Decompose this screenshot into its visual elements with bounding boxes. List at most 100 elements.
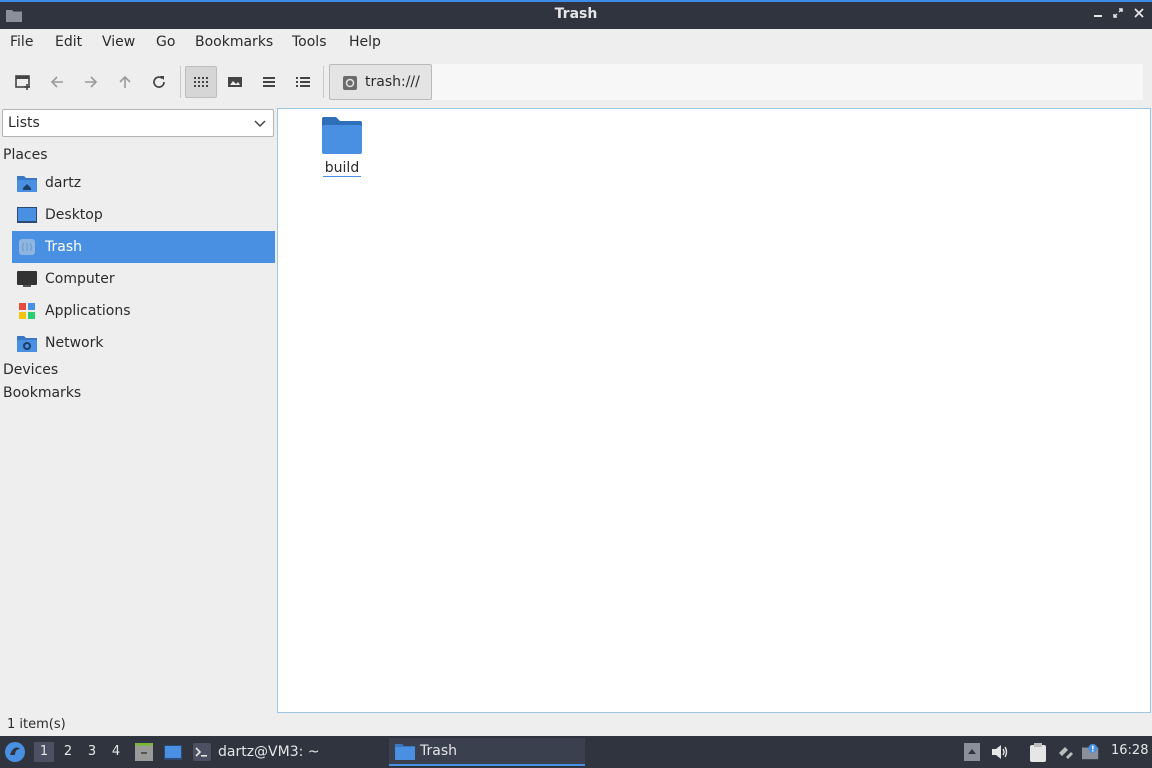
clock[interactable]: 16:28 bbox=[1111, 743, 1148, 758]
task-label: Trash bbox=[420, 743, 457, 759]
sidebar-item-desktop[interactable]: Desktop bbox=[12, 199, 275, 231]
maximize-button[interactable] bbox=[1110, 7, 1126, 23]
clipboard-icon bbox=[1030, 743, 1046, 762]
launcher-files[interactable] bbox=[134, 742, 154, 762]
path-label: trash:/// bbox=[365, 74, 420, 90]
forward-button[interactable] bbox=[75, 66, 107, 98]
sidebar-item-label: Applications bbox=[45, 303, 131, 319]
new-tab-button[interactable] bbox=[7, 66, 39, 98]
start-menu-icon bbox=[5, 742, 25, 762]
sidebar-item-applications[interactable]: Applications bbox=[12, 295, 275, 327]
bookmarks-header[interactable]: Bookmarks bbox=[3, 385, 81, 401]
folder-icon bbox=[395, 744, 415, 760]
grid-view-icon bbox=[194, 77, 208, 87]
icon-view-button[interactable] bbox=[185, 66, 217, 98]
close-icon bbox=[1134, 8, 1144, 18]
sidebar-item-home[interactable]: dartz bbox=[12, 167, 275, 199]
arrow-right-icon bbox=[85, 76, 98, 88]
sidebar-mode-value: Lists bbox=[8, 115, 40, 131]
minimize-button[interactable] bbox=[1090, 7, 1106, 23]
file-item-build[interactable]: build bbox=[314, 117, 370, 177]
image-view-icon bbox=[228, 77, 242, 87]
sidebar-item-label: Computer bbox=[45, 271, 115, 287]
chevron-down-icon bbox=[254, 120, 266, 128]
path-button-trash[interactable]: trash:/// bbox=[329, 64, 432, 100]
desktop-icon bbox=[17, 205, 37, 225]
workspace-1[interactable]: 1 bbox=[34, 742, 54, 762]
computer-icon bbox=[17, 269, 37, 289]
detailed-view-button[interactable] bbox=[287, 66, 319, 98]
list-view-icon bbox=[263, 77, 275, 87]
applications-icon bbox=[17, 301, 37, 321]
back-button[interactable] bbox=[41, 66, 73, 98]
menu-tools[interactable]: Tools bbox=[292, 34, 327, 50]
menu-go[interactable]: Go bbox=[156, 34, 175, 50]
item-count: 1 item(s) bbox=[7, 717, 66, 732]
places-header[interactable]: Places bbox=[3, 147, 48, 163]
arrow-up-icon bbox=[119, 75, 131, 88]
sidebar-item-label: dartz bbox=[45, 175, 82, 191]
up-button[interactable] bbox=[109, 66, 141, 98]
taskbar: 1 2 3 4 dartz@VM3: ~ Trash 16:28 bbox=[0, 736, 1152, 768]
toolbar-separator bbox=[180, 66, 181, 98]
new-tab-icon bbox=[15, 75, 30, 90]
volume-icon bbox=[992, 745, 1008, 759]
detailed-list-icon bbox=[296, 77, 310, 87]
file-view[interactable]: build bbox=[277, 108, 1151, 713]
menu-edit[interactable]: Edit bbox=[55, 34, 82, 50]
workspace-3[interactable]: 3 bbox=[82, 742, 102, 762]
network-icon bbox=[17, 333, 37, 353]
volume-button[interactable] bbox=[991, 743, 1009, 761]
task-trash[interactable]: Trash bbox=[389, 738, 585, 766]
trash-icon bbox=[17, 237, 37, 257]
home-folder-icon bbox=[17, 173, 37, 193]
notification-icon bbox=[1082, 743, 1099, 760]
file-name: build bbox=[322, 160, 362, 177]
reload-icon bbox=[153, 76, 165, 88]
sidebar-item-computer[interactable]: Computer bbox=[12, 263, 275, 295]
menu-help[interactable]: Help bbox=[349, 34, 381, 50]
sidebar-item-trash[interactable]: Trash bbox=[12, 231, 275, 263]
minimize-icon bbox=[1094, 15, 1102, 17]
sidebar-item-label: Trash bbox=[45, 239, 82, 255]
tray-scroll-up[interactable] bbox=[963, 743, 981, 761]
sidebar-item-label: Desktop bbox=[45, 207, 103, 223]
menu-file[interactable]: File bbox=[10, 34, 33, 50]
path-bar: trash:/// bbox=[329, 64, 1143, 100]
folder-icon bbox=[322, 117, 362, 154]
sidebar-item-label: Network bbox=[45, 335, 104, 351]
notification-button[interactable] bbox=[1082, 743, 1100, 761]
trash-location-icon bbox=[343, 76, 357, 90]
status-bar: 1 item(s) bbox=[0, 714, 1152, 736]
start-menu-button[interactable] bbox=[4, 741, 26, 763]
reload-button[interactable] bbox=[143, 66, 175, 98]
menu-bar: File Edit View Go Bookmarks Tools Help bbox=[0, 29, 1152, 57]
devices-header[interactable]: Devices bbox=[3, 362, 58, 378]
close-button[interactable] bbox=[1131, 7, 1147, 23]
compact-view-button[interactable] bbox=[253, 66, 285, 98]
sidebar-mode-select[interactable]: Lists bbox=[2, 109, 274, 137]
network-tray-button[interactable] bbox=[1057, 743, 1075, 761]
menu-view[interactable]: View bbox=[102, 34, 135, 50]
terminal-icon bbox=[193, 743, 211, 761]
thumbnail-view-button[interactable] bbox=[219, 66, 251, 98]
workspace-2[interactable]: 2 bbox=[58, 742, 78, 762]
file-cabinet-icon bbox=[135, 743, 153, 761]
menu-bookmarks[interactable]: Bookmarks bbox=[195, 34, 273, 50]
restore-icon bbox=[1113, 8, 1123, 18]
toolbar: trash:/// bbox=[0, 60, 1152, 104]
arrow-left-icon bbox=[50, 76, 63, 88]
launcher-desktop[interactable] bbox=[163, 742, 183, 762]
network-tray-icon bbox=[1059, 747, 1073, 759]
sidebar-item-network[interactable]: Network bbox=[12, 327, 275, 359]
task-terminal[interactable]: dartz@VM3: ~ bbox=[193, 738, 383, 766]
show-desktop-icon bbox=[164, 745, 182, 760]
workspace-4[interactable]: 4 bbox=[106, 742, 126, 762]
clipboard-button[interactable] bbox=[1029, 743, 1047, 762]
sidebar: Lists Places dartz Desktop Trash Compute… bbox=[0, 106, 276, 712]
title-bar[interactable]: Trash bbox=[0, 0, 1152, 29]
arrow-up-icon bbox=[964, 743, 980, 761]
task-label: dartz@VM3: ~ bbox=[218, 744, 320, 760]
window-title: Trash bbox=[554, 6, 598, 22]
toolbar-separator bbox=[323, 66, 324, 98]
